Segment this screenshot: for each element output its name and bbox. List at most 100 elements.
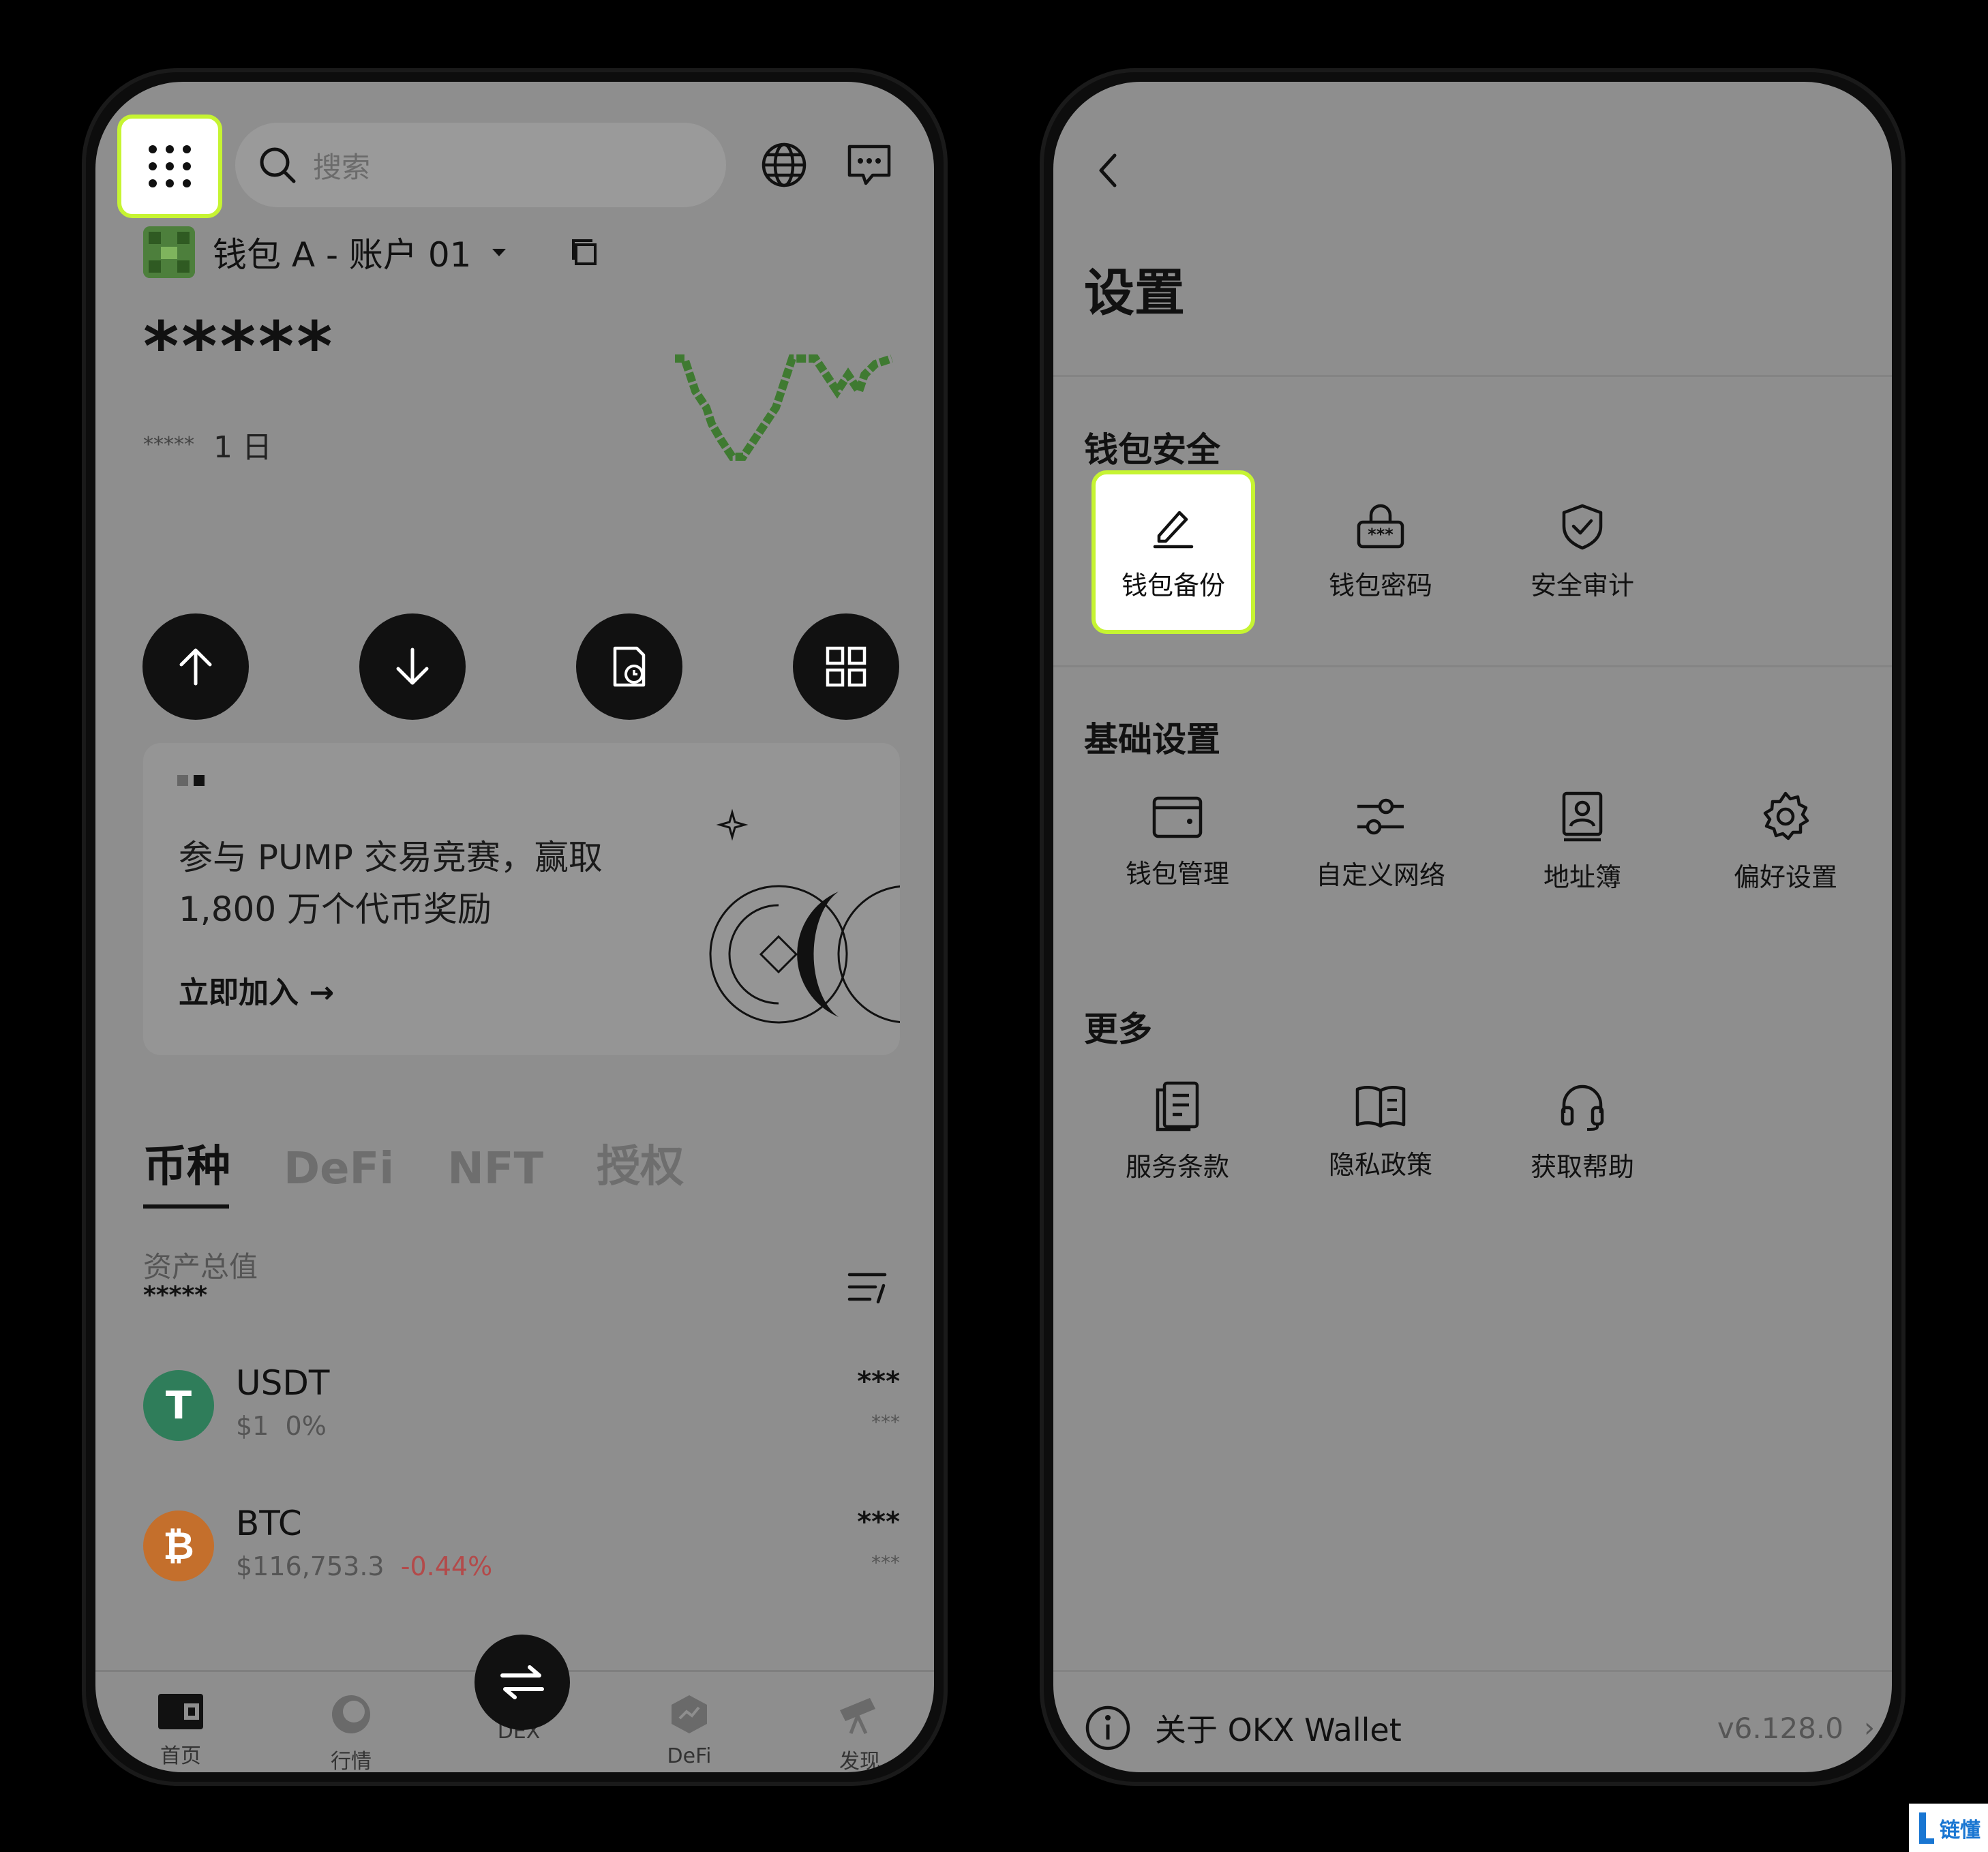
nav-discover[interactable]: 发现 xyxy=(809,1692,911,1772)
defi-hexagon-icon xyxy=(672,1695,707,1733)
address-book-icon xyxy=(1562,791,1603,841)
address-book-item[interactable]: 地址簿 xyxy=(1501,760,1664,924)
logo-l-icon xyxy=(1919,1812,1934,1844)
active-tab-indicator xyxy=(143,1204,229,1209)
search-placeholder: 搜索 xyxy=(313,150,371,184)
sliders-icon xyxy=(1357,798,1404,834)
tab-nft[interactable]: NFT xyxy=(447,1144,543,1194)
copy-icon[interactable] xyxy=(568,235,602,269)
asset-tabs: 币种 DeFi NFT 授权 xyxy=(143,1132,684,1194)
grid-label: 偏好设置 xyxy=(1733,862,1837,892)
coin-change: -0.44% xyxy=(400,1551,493,1581)
security-audit-item[interactable]: 安全审计 xyxy=(1501,470,1664,634)
promo-banner[interactable]: 参与 PUMP 交易竞赛，赢取 1,800 万个代币奖励 立即加入 → xyxy=(143,743,900,1055)
dex-swap-button[interactable] xyxy=(475,1635,570,1730)
history-document-icon xyxy=(613,646,646,687)
headset-icon xyxy=(1561,1084,1604,1131)
divider xyxy=(1053,1670,1892,1672)
arrow-up-icon xyxy=(179,648,212,686)
coin-price: $116,753.3 -0.44% xyxy=(236,1551,492,1581)
custom-network-item[interactable]: 自定义网络 xyxy=(1299,760,1462,924)
receive-circle xyxy=(359,613,466,720)
total-assets-label: 资产总值 xyxy=(143,1250,258,1284)
about-okx-wallet-row[interactable]: 关于 OKX Wallet v6.128.0 › xyxy=(1084,1690,1875,1765)
btc-icon: ₿ xyxy=(143,1511,214,1581)
chat-icon xyxy=(847,145,891,185)
nav-label: 发现 xyxy=(839,1750,880,1772)
globe-button[interactable] xyxy=(750,131,818,199)
shield-check-icon xyxy=(1562,504,1603,549)
account-selector[interactable]: 钱包 A - 账户 01 xyxy=(143,225,602,279)
grid-label: 钱包备份 xyxy=(1121,570,1225,601)
grid-label: 钱包密码 xyxy=(1328,570,1432,601)
grid-label: 自定义网络 xyxy=(1315,860,1445,890)
app-version: v6.128.0 xyxy=(1717,1711,1843,1745)
document-terms-icon xyxy=(1156,1081,1199,1131)
page-title: 设置 xyxy=(1084,264,1185,322)
grid-label: 安全审计 xyxy=(1530,570,1634,601)
search-icon xyxy=(260,147,296,183)
nav-label: DeFi xyxy=(667,1744,712,1768)
pixel-sparkline-chart xyxy=(675,354,893,461)
back-button[interactable] xyxy=(1081,143,1135,198)
right-phone: 设置 钱包安全 钱包备份 *** 钱包密码 安全审计 基础设置 钱包管理 自定义… xyxy=(1040,68,1906,1786)
divider xyxy=(1053,375,1892,377)
coin-name: BTC xyxy=(236,1504,302,1543)
more-circle xyxy=(793,613,899,720)
wallet-backup-item[interactable]: 钱包备份 xyxy=(1091,470,1255,634)
chevron-right-icon: › xyxy=(1864,1712,1875,1744)
nav-market[interactable]: 行情 xyxy=(300,1692,402,1772)
pixel-avatar-icon xyxy=(143,226,195,278)
divider xyxy=(1053,665,1892,667)
coin-row-usdt[interactable]: T USDT $1 0% *** *** xyxy=(143,1363,900,1445)
tab-tokens[interactable]: 币种 xyxy=(143,1132,230,1194)
watermark-text: 链懂 xyxy=(1940,1818,1981,1842)
coin-price-value: $1 xyxy=(236,1411,269,1441)
tab-defi[interactable]: DeFi xyxy=(284,1144,394,1194)
tab-approvals[interactable]: 授权 xyxy=(597,1132,684,1194)
get-help-item[interactable]: 获取帮助 xyxy=(1501,1050,1664,1213)
telescope-icon xyxy=(840,1698,875,1735)
grid-dots-icon xyxy=(149,145,191,187)
coin-change: 0% xyxy=(285,1411,327,1441)
usdt-icon: T xyxy=(143,1370,214,1441)
settings-screen: 设置 钱包安全 钱包备份 *** 钱包密码 安全审计 基础设置 钱包管理 自定义… xyxy=(1053,82,1892,1772)
total-balance: ***** xyxy=(143,307,335,386)
chevron-left-icon xyxy=(1099,153,1117,187)
search-bar[interactable]: 搜索 xyxy=(235,123,726,207)
coin-amount-fiat: *** xyxy=(871,1551,900,1574)
sort-filter-icon[interactable] xyxy=(845,1268,893,1309)
avatar xyxy=(143,226,195,278)
wallet-manage-item[interactable]: 钱包管理 xyxy=(1096,760,1259,924)
grid-label: 服务条款 xyxy=(1125,1151,1229,1182)
wallet-home-screen: 搜索 钱包 A - 账户 01 ***** ***** 1 日 参与 PUMP … xyxy=(95,82,934,1772)
watermark-logo: 链懂 xyxy=(1909,1804,1988,1852)
banner-join-link[interactable]: 立即加入 → xyxy=(179,968,334,1012)
history-circle xyxy=(576,613,682,720)
terms-of-service-item[interactable]: 服务条款 xyxy=(1096,1050,1259,1213)
grid-label: 获取帮助 xyxy=(1530,1151,1634,1182)
apps-menu-button[interactable] xyxy=(117,115,222,218)
coin-row-btc[interactable]: ₿ BTC $116,753.3 -0.44% *** *** xyxy=(143,1504,900,1585)
about-label: 关于 OKX Wallet xyxy=(1155,1712,1402,1748)
coin-amount-fiat: *** xyxy=(871,1411,900,1433)
total-assets-value: ***** xyxy=(143,1281,208,1309)
four-squares-icon xyxy=(826,646,867,687)
token-coins-illustration-icon xyxy=(709,808,900,1024)
coin-amount: *** xyxy=(857,1506,900,1538)
wallet-password-item[interactable]: *** 钱包密码 xyxy=(1299,470,1462,634)
gear-icon xyxy=(1763,791,1809,840)
nav-defi[interactable]: DeFi xyxy=(638,1692,740,1768)
privacy-policy-item[interactable]: 隐私政策 xyxy=(1299,1050,1462,1213)
nav-label: 首页 xyxy=(160,1744,201,1768)
nav-home[interactable]: 首页 xyxy=(130,1692,232,1769)
caret-down-icon xyxy=(492,249,507,256)
grid-label: 地址簿 xyxy=(1543,862,1621,892)
preferences-item[interactable]: 偏好设置 xyxy=(1704,760,1867,924)
balance-change-masked: ***** xyxy=(143,432,194,457)
messages-button[interactable] xyxy=(835,131,903,199)
left-phone: 搜索 钱包 A - 账户 01 ***** ***** 1 日 参与 PUMP … xyxy=(82,68,948,1786)
coin-price-value: $116,753.3 xyxy=(236,1551,385,1581)
arrow-down-icon xyxy=(396,648,429,685)
coin-amount: *** xyxy=(857,1366,900,1397)
